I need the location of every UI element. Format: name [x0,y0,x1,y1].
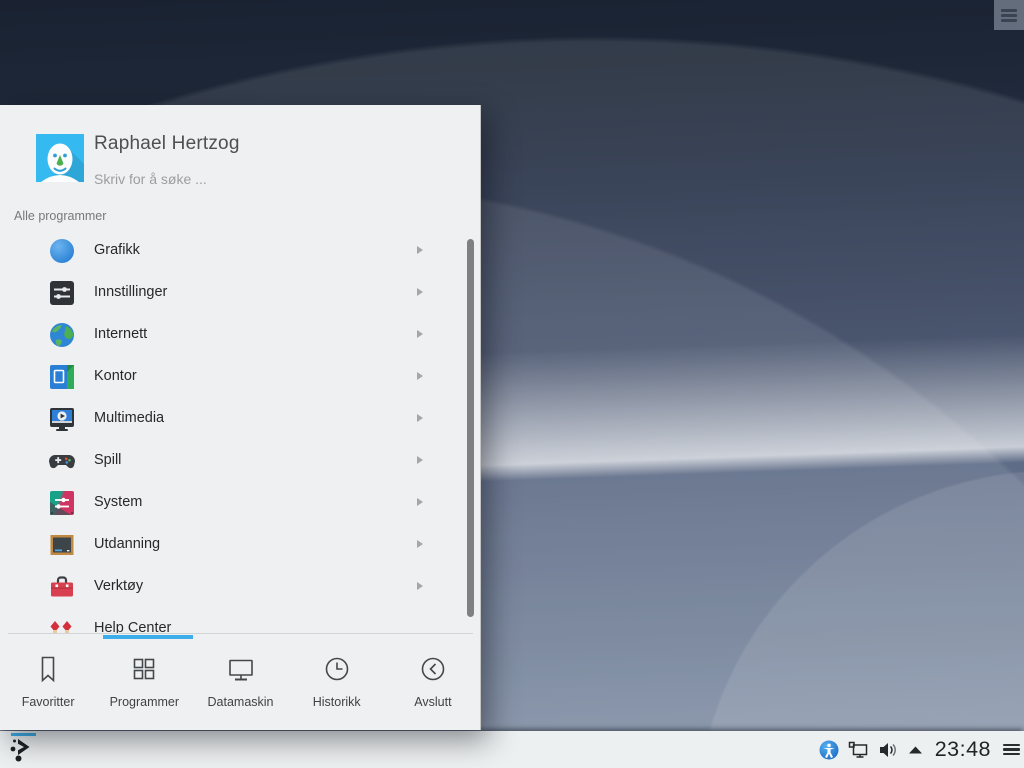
category-kontor[interactable]: Kontor [0,356,481,398]
category-label: Innstillinger [94,284,167,300]
network-icon[interactable] [848,740,869,760]
computer-icon [226,652,256,686]
volume-icon[interactable] [878,740,899,760]
tab-label: Programmer [110,695,179,709]
apps-grid-icon [129,652,159,686]
tab-favoritter[interactable]: Favoritter [0,634,96,730]
tab-label: Avslutt [414,695,451,709]
desktop-toolbox-button[interactable] [994,0,1024,30]
submenu-arrow-icon [417,246,423,254]
category-list: Grafikk Innstillinger [0,230,481,633]
category-internett[interactable]: Internett [0,314,481,356]
category-verktoy[interactable]: Verktøy [0,566,481,608]
user-name: Raphael Hertzog [94,133,240,155]
scrollbar-handle[interactable] [467,239,474,617]
tab-label: Favoritter [22,695,75,709]
category-system[interactable]: System [0,482,481,524]
category-label: Verktøy [94,578,143,594]
category-label: System [94,494,142,510]
taskbar: 23:48 [0,731,1024,768]
user-avatar[interactable] [36,134,84,182]
category-label: Multimedia [94,410,164,426]
category-grafikk[interactable]: Grafikk [0,230,481,272]
caret-up-icon[interactable] [908,745,923,755]
category-innstillinger[interactable]: Innstillinger [0,272,481,314]
tab-label: Historikk [313,695,361,709]
category-multimedia[interactable]: Multimedia [0,398,481,440]
category-label: Internett [94,326,147,342]
clock[interactable]: 23:48 [935,737,991,762]
office-document-icon [48,363,76,391]
system-settings-icon [48,489,76,517]
submenu-arrow-icon [417,456,423,464]
active-tab-indicator [103,635,193,639]
submenu-arrow-icon [417,498,423,506]
submenu-arrow-icon [417,288,423,296]
settings-sliders-icon [48,279,76,307]
submenu-arrow-icon [417,414,423,422]
application-launcher-menu: Raphael Hertzog Skriv for å søke ... All… [0,105,481,730]
graphics-sphere-icon [48,237,76,265]
submenu-arrow-icon [417,330,423,338]
category-label: Help Center [94,620,171,633]
tab-avslutt[interactable]: Avslutt [385,634,481,730]
category-spill[interactable]: Spill [0,440,481,482]
tab-programmer[interactable]: Programmer [96,634,192,730]
submenu-arrow-icon [417,540,423,548]
kali-launcher-button[interactable] [4,733,38,766]
toolbox-icon [48,573,76,601]
gamepad-icon [48,447,76,475]
system-tray: 23:48 [819,731,1019,768]
history-clock-icon [322,652,352,686]
section-label-all-programs: Alle programmer [14,209,106,223]
help-center-icon [48,615,76,633]
tab-label: Datamaskin [208,695,274,709]
submenu-arrow-icon [417,582,423,590]
kali-logo-icon [8,736,35,763]
launcher-tabbar: Favoritter Programmer [0,634,481,730]
tab-datamaskin[interactable]: Datamaskin [192,634,288,730]
category-utdanning[interactable]: Utdanning [0,524,481,566]
search-input[interactable]: Skriv for å søke ... [94,171,424,195]
category-label: Kontor [94,368,137,384]
accessibility-icon[interactable] [819,740,839,760]
bookmark-icon [33,652,63,686]
category-label: Grafikk [94,242,140,258]
user-face-icon [36,134,84,182]
leave-icon [418,652,448,686]
blackboard-icon [48,531,76,559]
item-help-center[interactable]: Help Center [0,608,481,633]
media-player-icon [48,405,76,433]
category-label: Utdanning [94,536,160,552]
desktop[interactable]: Raphael Hertzog Skriv for å søke ... All… [0,0,1024,768]
active-task-indicator [11,733,36,736]
panel-hamburger-icon[interactable] [1003,742,1019,758]
tab-historikk[interactable]: Historikk [289,634,385,730]
hamburger-icon [1001,7,1017,24]
submenu-arrow-icon [417,372,423,380]
globe-icon [48,321,76,349]
category-label: Spill [94,452,121,468]
